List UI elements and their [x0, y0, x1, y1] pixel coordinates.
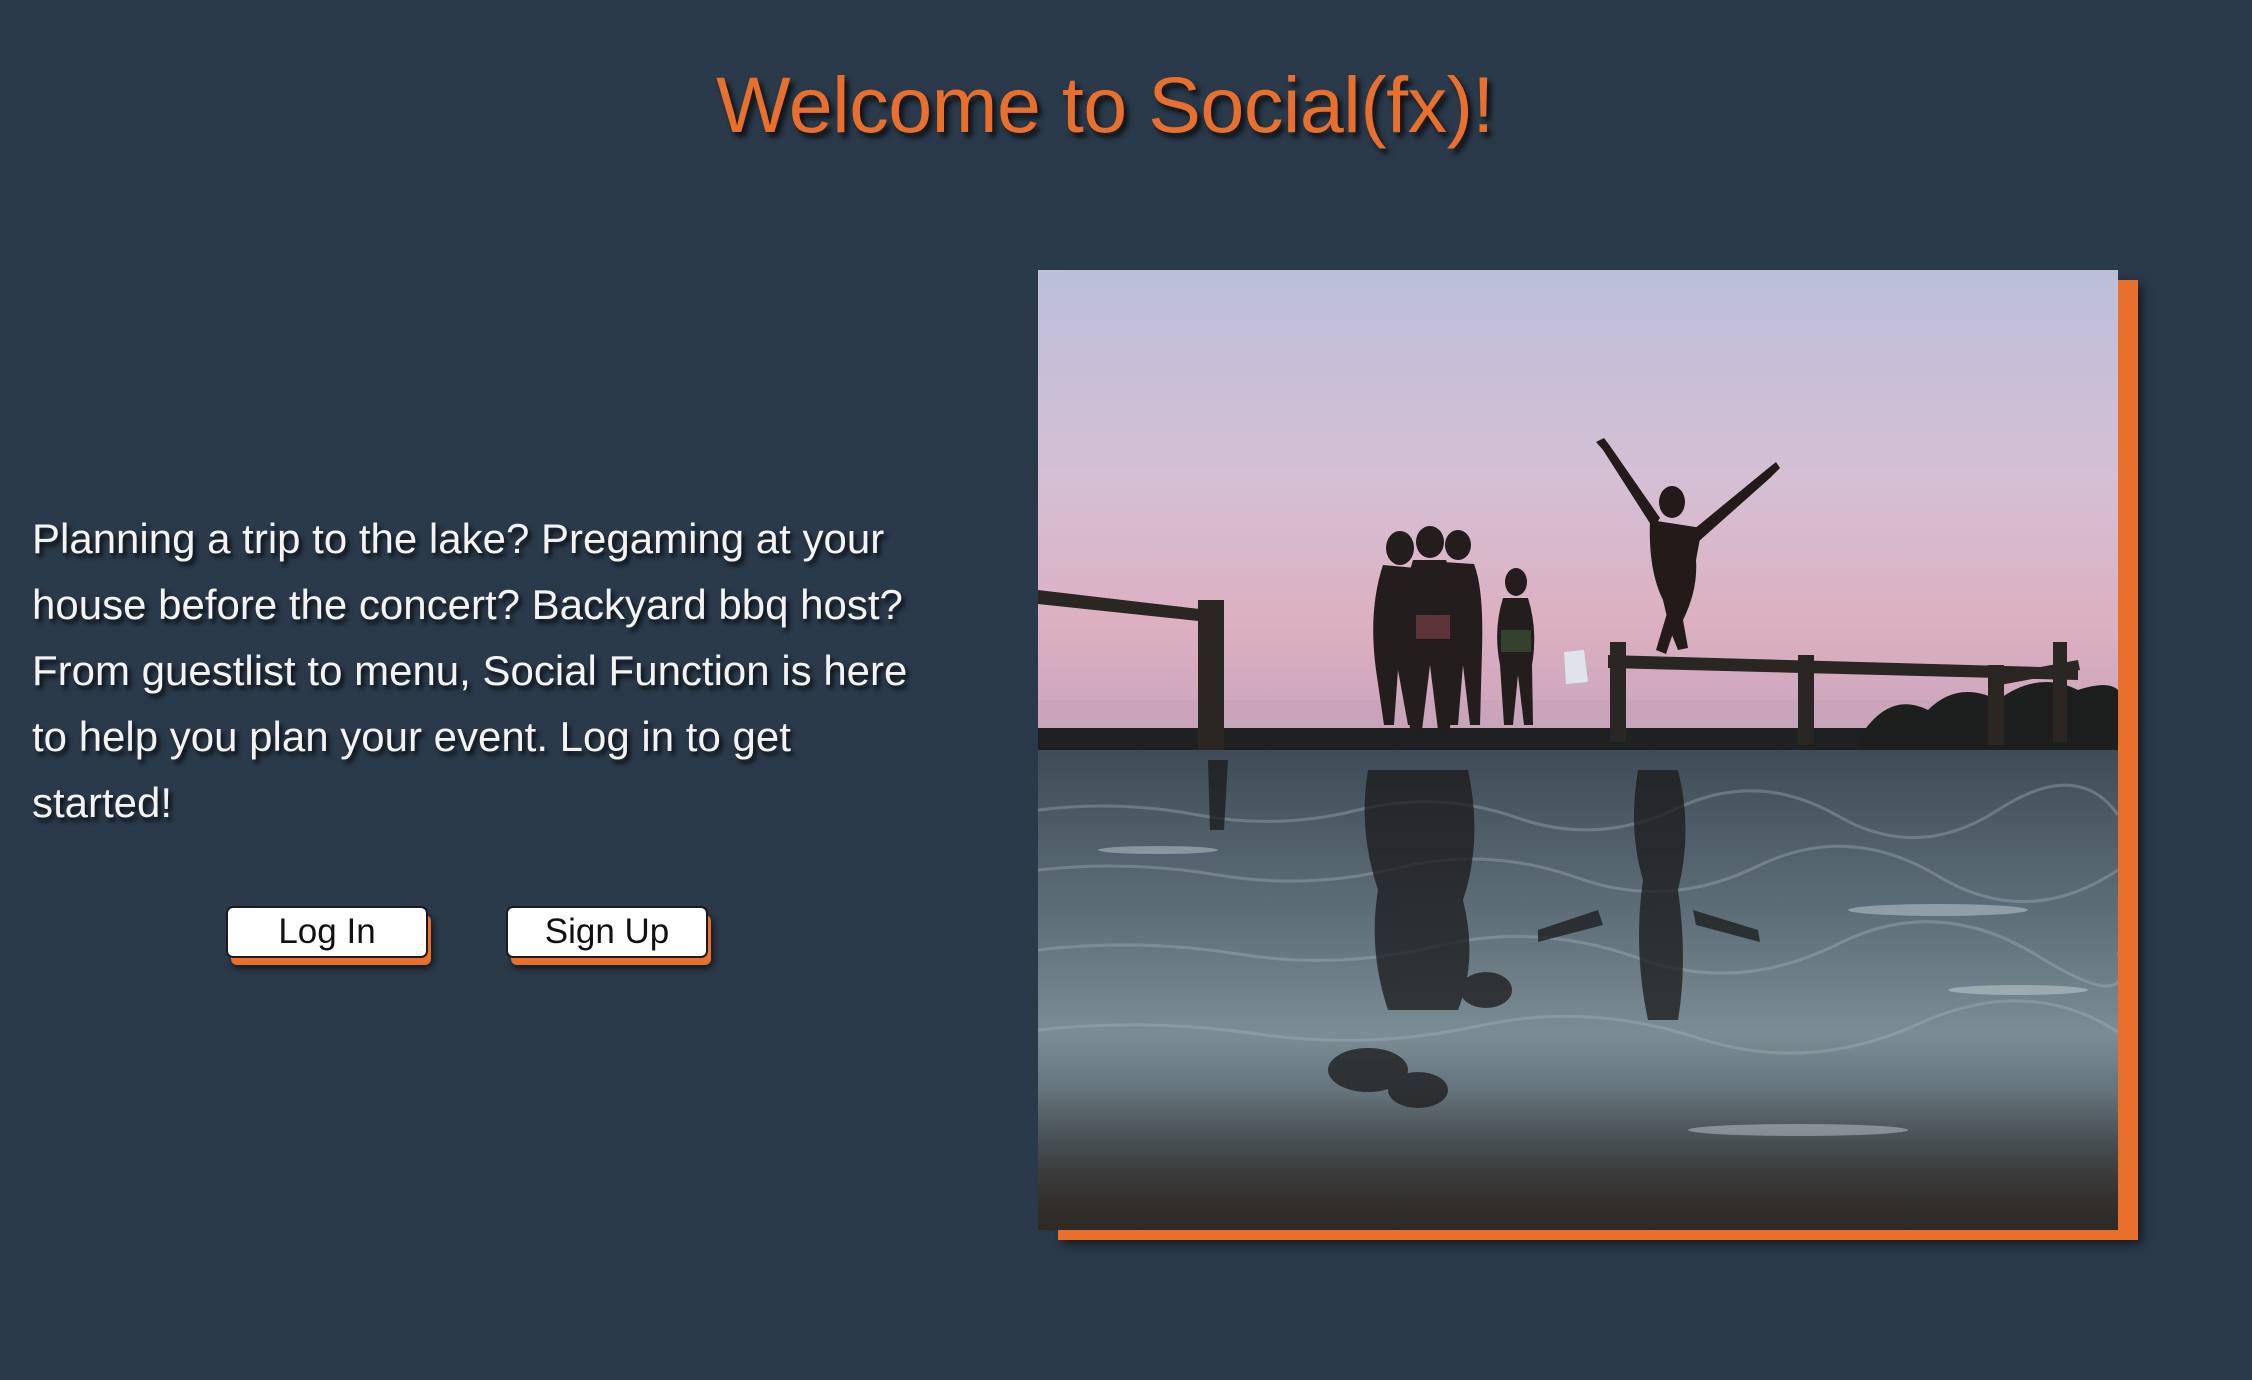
login-button[interactable]: Log In	[226, 906, 428, 958]
signup-button[interactable]: Sign Up	[506, 906, 708, 958]
lake-sunset-photo	[1038, 270, 2118, 1230]
page-title: Welcome to Social(fx)!	[716, 60, 1494, 149]
hero-image	[1038, 270, 2118, 1230]
landing-page: Welcome to Social(fx)! Planning a trip t…	[0, 0, 2252, 1380]
intro-text: Planning a trip to the lake? Pregaming a…	[32, 515, 908, 826]
